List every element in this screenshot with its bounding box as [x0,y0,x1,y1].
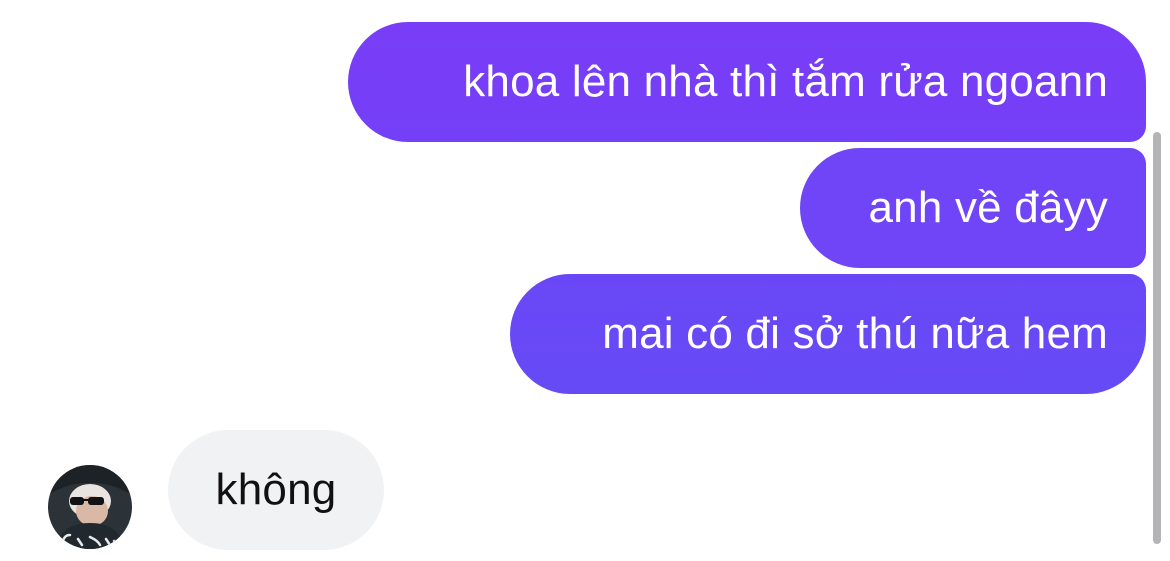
message-text: mai có đi sở thú nữa hem [602,309,1108,358]
outgoing-message-bubble[interactable]: khoa lên nhà thì tắm rửa ngoann [348,22,1146,142]
avatar-image [48,465,132,549]
message-text: không [215,465,337,514]
outgoing-message-bubble[interactable]: anh về đâyy [800,148,1146,268]
avatar[interactable] [48,465,132,549]
incoming-message-bubble[interactable]: không [168,430,384,550]
outgoing-message-bubble[interactable]: mai có đi sở thú nữa hem [510,274,1146,394]
message-text: khoa lên nhà thì tắm rửa ngoann [463,57,1108,106]
scrollbar[interactable] [1153,132,1161,544]
message-text: anh về đâyy [868,183,1108,232]
